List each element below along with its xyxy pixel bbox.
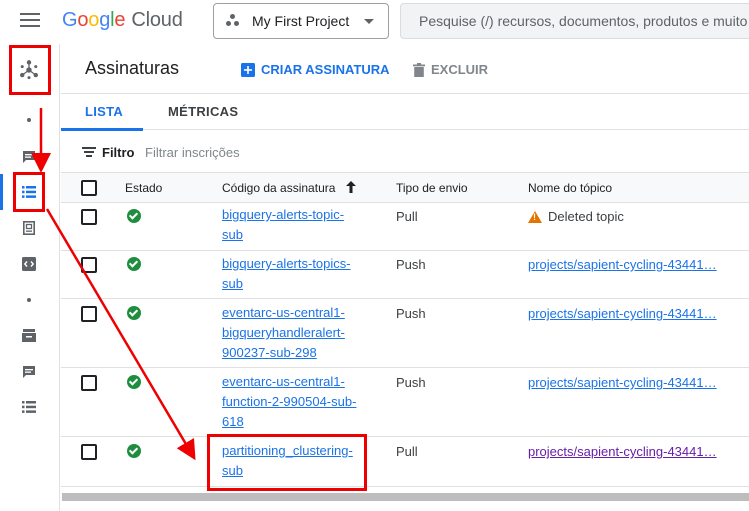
subscription-line: 618: [222, 414, 244, 429]
search-input[interactable]: Pesquise (/) recursos, documentos, produ…: [400, 3, 749, 39]
check-circle-icon: [127, 375, 141, 389]
logo-letter: G: [62, 9, 78, 31]
lite-icon[interactable]: [18, 325, 40, 347]
trash-icon: [413, 62, 425, 77]
tab-metrics[interactable]: MÉTRICAS: [168, 104, 238, 119]
table-row: eventarc-us-central1- function-2-990504-…: [61, 368, 749, 437]
logo-letter: e: [114, 9, 126, 31]
column-header-delivery[interactable]: Tipo de envio: [396, 181, 468, 195]
subscription-line: eventarc-us-central1-: [222, 305, 345, 320]
column-header-state[interactable]: Estado: [125, 181, 162, 195]
delivery-type: Pull: [396, 444, 418, 459]
subscription-link[interactable]: eventarc-us-central1- function-2-990504-…: [222, 372, 362, 432]
subscription-line: bigqueryhandleralert-: [222, 325, 345, 340]
horizontal-scrollbar[interactable]: [62, 493, 749, 501]
subscription-line: bigquery-alerts-topics-: [222, 256, 351, 271]
topic-link[interactable]: projects/sapient-cycling-43441…: [528, 306, 718, 321]
topic-link[interactable]: projects/sapient-cycling-43441…: [528, 444, 718, 459]
annotation-box: [13, 172, 45, 212]
check-circle-icon: [127, 257, 141, 271]
filter-input[interactable]: Filtrar inscrições: [145, 145, 240, 160]
reservations-icon[interactable]: [18, 361, 40, 383]
logo-letter: o: [77, 9, 89, 31]
table-row: bigquery-alerts-topic- sub Pull Deleted …: [61, 203, 749, 251]
subscription-link[interactable]: bigquery-alerts-topic- sub: [222, 205, 362, 245]
product-sidebar: [0, 44, 60, 511]
google-cloud-logo[interactable]: Google Cloud: [62, 9, 183, 32]
add-icon: [241, 62, 255, 77]
delivery-type: Pull: [396, 209, 418, 224]
row-checkbox[interactable]: [81, 444, 97, 460]
table-header: Estado Código da assinatura Tipo de envi…: [61, 173, 749, 203]
row-checkbox[interactable]: [81, 257, 97, 273]
delivery-type: Push: [396, 375, 426, 390]
delivery-type: Push: [396, 306, 426, 321]
list-icon[interactable]: [18, 396, 40, 418]
column-header-topic[interactable]: Nome do tópico: [528, 181, 612, 195]
menu-icon[interactable]: [20, 13, 40, 29]
tab-list[interactable]: LISTA: [60, 104, 144, 131]
delivery-type: Push: [396, 257, 426, 272]
table-row: bigquery-alerts-topics- sub Push project…: [61, 251, 749, 299]
schemas-icon[interactable]: [18, 253, 40, 275]
delete-button[interactable]: EXCLUIR: [413, 62, 488, 77]
subscription-line: eventarc-us-central1-: [222, 374, 345, 389]
annotation-box: [9, 45, 51, 95]
topic-link[interactable]: projects/sapient-cycling-43441…: [528, 375, 718, 390]
check-circle-icon: [127, 209, 141, 223]
logo-letter: g: [99, 9, 111, 31]
subscription-link[interactable]: bigquery-alerts-topics- sub: [222, 254, 362, 294]
check-circle-icon: [127, 444, 141, 458]
filter-label[interactable]: Filtro: [102, 145, 135, 160]
dot-icon: [18, 109, 40, 131]
logo-suffix: Cloud: [131, 9, 183, 31]
top-bar: Google Cloud My First Project Pesquise (/…: [0, 0, 749, 44]
filter-icon[interactable]: [82, 147, 96, 159]
tab-bar: LISTA MÉTRICAS: [60, 94, 749, 131]
topic-name: Deleted topic: [548, 209, 624, 224]
filter-bar: Filtro Filtrar inscrições: [61, 131, 749, 173]
warning-icon: [528, 210, 542, 223]
table-row: partitioning_clustering- sub Pull projec…: [61, 437, 749, 487]
subscription-line: sub: [222, 227, 243, 242]
delete-label: EXCLUIR: [431, 62, 489, 77]
select-all-checkbox[interactable]: [81, 180, 97, 196]
sort-up-icon[interactable]: [345, 180, 357, 194]
subscription-line: 900237-sub-298: [222, 345, 317, 360]
project-name: My First Project: [252, 13, 350, 29]
table-row: eventarc-us-central1- bigqueryhandlerale…: [61, 299, 749, 368]
subscription-line: bigquery-alerts-topic-: [222, 207, 345, 222]
active-indicator: [0, 174, 3, 210]
logo-letter: o: [88, 9, 100, 31]
subscription-line: sub: [222, 276, 243, 291]
row-checkbox[interactable]: [81, 306, 97, 322]
project-selector[interactable]: My First Project: [213, 3, 389, 39]
annotation-box: [207, 434, 367, 491]
dot-icon: [18, 289, 40, 311]
create-subscription-label: CRIAR ASSINATURA: [261, 62, 390, 77]
topics-icon[interactable]: [18, 146, 40, 168]
column-header-subscription[interactable]: Código da assinatura: [222, 181, 335, 195]
subscription-line: function-2-990504-sub-: [222, 394, 357, 409]
topic-link[interactable]: projects/sapient-cycling-43441…: [528, 257, 718, 272]
subscription-link[interactable]: eventarc-us-central1- bigqueryhandlerale…: [222, 303, 362, 363]
row-checkbox[interactable]: [81, 209, 97, 225]
topic-deleted: Deleted topic: [528, 209, 624, 224]
chevron-down-icon: [364, 19, 374, 24]
check-circle-icon: [127, 306, 141, 320]
page-title: Assinaturas: [85, 58, 180, 78]
project-icon: [226, 14, 240, 28]
page-header: Assinaturas CRIAR ASSINATURA EXCLUIR: [61, 44, 749, 94]
snapshots-icon[interactable]: [18, 217, 40, 239]
row-checkbox[interactable]: [81, 375, 97, 391]
create-subscription-button[interactable]: CRIAR ASSINATURA: [241, 62, 390, 77]
